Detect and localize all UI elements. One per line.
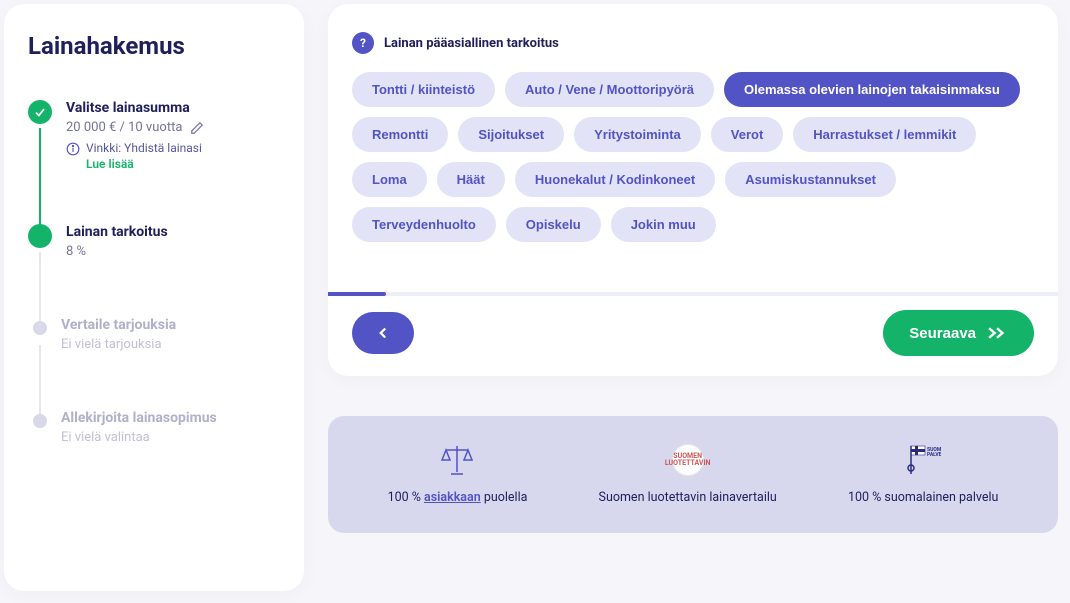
purpose-option[interactable]: Terveydenhuolto [352,207,496,242]
purpose-option[interactable]: Häät [437,162,505,197]
step-title: Vertaile tarjouksia [61,317,280,333]
purpose-option[interactable]: Auto / Vene / Moottoripyörä [505,72,714,107]
step-sign: Allekirjoita lainasopimus Ei vielä valin… [28,410,280,451]
trust-item-reliable: SUOMENLUOTETTAVIN Suomen luotettavin lai… [599,444,777,505]
step-subtitle: 20 000 € / 10 vuotta [66,120,182,135]
purpose-option[interactable]: Remontti [352,117,448,152]
step-subtitle: Ei vielä tarjouksia [61,337,162,352]
app-title: Lainahakemus [28,32,280,60]
step-subtitle: 8 % [66,244,86,259]
purpose-option[interactable]: Loma [352,162,427,197]
main-content: ? Lainan pääasiallinen tarkoitus Tontti … [328,4,1058,591]
step-connector [39,128,41,232]
trust-item-finnish: SUOMALAISTA PALVELUA 100 % suomalainen p… [848,444,998,505]
step-list: Valitse lainasumma 20 000 € / 10 vuotta … [28,100,280,451]
trust-link[interactable]: asiakkaan [424,490,481,505]
next-button[interactable]: Seuraava [883,310,1034,356]
purpose-option[interactable]: Jokin muu [611,207,716,242]
step-amount[interactable]: Valitse lainasumma 20 000 € / 10 vuotta … [28,100,280,172]
sidebar: Lainahakemus Valitse lainasumma 20 000 €… [4,4,304,591]
question-label: Lainan pääasiallinen tarkoitus [384,36,559,51]
scales-icon [440,444,474,476]
progress-bar [328,292,1058,296]
trust-badge-icon: SUOMENLUOTETTAVIN [672,444,704,476]
step-connector [39,252,41,325]
step-title: Lainan tarkoitus [66,224,280,240]
tip-link[interactable]: Lue lisää [86,157,202,173]
back-button[interactable] [352,312,414,354]
edit-icon[interactable] [190,121,204,135]
purpose-option[interactable]: Harrastukset / lemmikit [793,117,976,152]
trust-label: Suomen luotettavin lainavertailu [599,490,777,505]
purpose-option[interactable]: Tontti / kiinteistö [352,72,495,107]
next-button-label: Seuraava [909,325,976,342]
svg-text:PALVELUA: PALVELUA [927,452,941,458]
trust-banner: 100 % asiakkaan puolella SUOMENLUOTETTAV… [328,416,1058,533]
step-title: Valitse lainasumma [66,100,280,116]
step-compare: Vertaile tarjouksia Ei vielä tarjouksia [28,317,280,358]
question-mark-icon[interactable]: ? [352,32,374,54]
info-icon [66,142,80,156]
chevron-left-icon [374,324,392,342]
purpose-option[interactable]: Sijoitukset [458,117,564,152]
purpose-option[interactable]: Opiskelu [506,207,601,242]
step-title: Allekirjoita lainasopimus [61,410,280,426]
nav-row: Seuraava [352,310,1034,356]
purpose-option[interactable]: Yritystoiminta [574,117,701,152]
trust-label: 100 % suomalainen palvelu [848,490,998,505]
purpose-option[interactable]: Verot [711,117,784,152]
option-chips: Tontti / kiinteistö Auto / Vene / Moottor… [352,72,1034,242]
progress-fill [328,292,386,296]
step-purpose[interactable]: Lainan tarkoitus 8 % [28,224,280,265]
flag-key-icon: SUOMALAISTA PALVELUA [905,444,941,476]
step-connector [39,345,41,418]
checkmark-icon [28,100,52,124]
step-subtitle: Ei vielä valintaa [61,430,150,445]
tip-label: Vinkki: Yhdistä lainasi [86,141,202,155]
double-chevron-right-icon [986,325,1008,341]
pending-dot-icon [33,414,47,428]
purpose-option[interactable]: Huonekalut / Kodinkoneet [515,162,715,197]
active-dot-icon [28,224,52,248]
question-card: ? Lainan pääasiallinen tarkoitus Tontti … [328,4,1058,376]
pending-dot-icon [33,321,47,335]
tip: Vinkki: Yhdistä lainasi Lue lisää [66,141,280,172]
trust-item-customer: 100 % asiakkaan puolella [388,444,528,505]
trust-label: 100 % asiakkaan puolella [388,490,528,505]
purpose-option[interactable]: Asumiskustannukset [725,162,896,197]
purpose-option[interactable]: Olemassa olevien lainojen takaisinmaksu [724,72,1020,107]
